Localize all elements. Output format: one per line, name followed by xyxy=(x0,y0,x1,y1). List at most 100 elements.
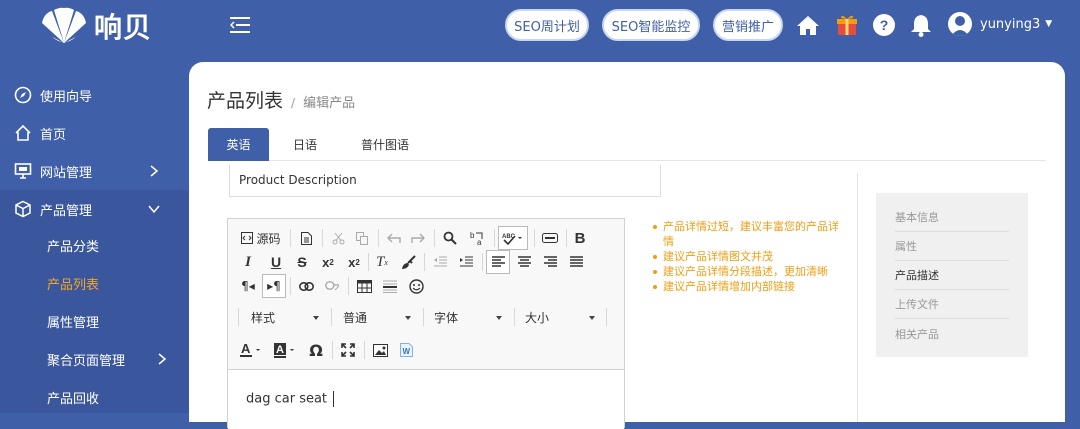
format-select-value: 普通 xyxy=(343,310,368,325)
replace-icon[interactable]: ba xyxy=(466,227,488,249)
subitem-attribute-management[interactable]: 属性管理 xyxy=(0,302,189,340)
bell-icon[interactable] xyxy=(908,12,934,38)
new-page-icon[interactable] xyxy=(296,227,316,249)
image-icon[interactable] xyxy=(370,339,390,361)
marketing-button[interactable]: 营销推广 xyxy=(713,9,783,41)
caret-down-icon xyxy=(589,316,595,320)
tab-japanese[interactable]: 日语 xyxy=(278,128,332,161)
sidebar-item-site-management[interactable]: 网站管理 xyxy=(0,152,189,190)
strikethrough-icon[interactable]: S xyxy=(292,251,312,273)
indent-icon[interactable] xyxy=(456,251,476,273)
sidebar-item-guide[interactable]: 使用向导 xyxy=(0,76,189,114)
toolbar-divider xyxy=(494,229,495,247)
special-char-icon[interactable]: Ω xyxy=(306,339,326,361)
toolbar-divider xyxy=(534,229,535,247)
source-button[interactable]: 源码 xyxy=(238,227,284,249)
toolbar-divider xyxy=(606,308,607,326)
align-justify-icon[interactable] xyxy=(566,251,586,273)
text-direction-rtl-icon[interactable]: ¶◂ xyxy=(238,275,258,297)
seo-monitor-button[interactable]: SEO智能监控 xyxy=(602,9,700,41)
table-icon[interactable] xyxy=(354,275,374,297)
subitem-product-category[interactable]: 产品分类 xyxy=(0,226,189,264)
iframe-icon[interactable] xyxy=(538,227,562,249)
page-title[interactable]: 产品列表 xyxy=(207,86,283,113)
svg-text:A: A xyxy=(241,342,251,356)
subitem-aggregate-page[interactable]: 聚合页面管理 xyxy=(0,340,189,378)
maximize-icon[interactable] xyxy=(338,339,358,361)
toolbar-divider xyxy=(322,229,323,247)
section-link-related-products[interactable]: 相关产品 xyxy=(895,319,1009,348)
language-tabs: 英语 日语 普什图语 xyxy=(208,128,1046,161)
editor-content-area[interactable]: dag car seat xyxy=(228,369,624,429)
undo-icon[interactable] xyxy=(384,227,404,249)
unlink-icon[interactable] xyxy=(322,275,342,297)
top-bar: 响贝 SEO周计划 SEO智能监控 营销推广 ? yunying3 ▼ xyxy=(0,0,1080,52)
sidebar-item-label: 使用向导 xyxy=(40,89,93,105)
section-link-attributes[interactable]: 属性 xyxy=(895,232,1009,261)
subitem-product-recycle[interactable]: 产品回收 xyxy=(0,378,189,416)
user-menu[interactable]: yunying3 ▼ xyxy=(948,12,1052,36)
section-link-basic-info[interactable]: 基本信息 xyxy=(895,203,1009,232)
italic-icon[interactable]: I xyxy=(238,251,258,273)
align-right-icon[interactable] xyxy=(540,251,560,273)
superscript-icon[interactable]: x2 xyxy=(344,251,364,273)
column-divider xyxy=(857,173,858,422)
section-link-upload-files[interactable]: 上传文件 xyxy=(895,290,1009,319)
subitem-product-list[interactable]: 产品列表 xyxy=(0,264,189,302)
caret-down-icon xyxy=(405,316,411,320)
outdent-icon[interactable] xyxy=(430,251,450,273)
toolbar-divider xyxy=(238,308,239,326)
tab-pashto[interactable]: 普什图语 xyxy=(348,128,422,161)
svg-text:A: A xyxy=(276,344,284,356)
home-icon[interactable] xyxy=(795,12,821,38)
bold-icon[interactable]: B xyxy=(570,227,590,249)
horizontal-rule-icon[interactable] xyxy=(380,275,400,297)
align-left-icon[interactable] xyxy=(486,250,510,274)
gift-icon[interactable] xyxy=(834,12,860,38)
word-paste-icon[interactable]: W xyxy=(396,339,416,361)
cut-icon[interactable] xyxy=(328,227,348,249)
align-center-icon[interactable] xyxy=(514,251,534,273)
link-icon[interactable] xyxy=(296,275,316,297)
section-link-product-description[interactable]: 产品描述 xyxy=(895,261,1009,290)
breadcrumb: 产品列表 / 编辑产品 xyxy=(207,86,355,113)
toolbar-divider xyxy=(368,253,369,271)
subitem-label: 聚合页面管理 xyxy=(47,353,126,369)
source-label: 源码 xyxy=(256,231,281,246)
compass-icon xyxy=(14,86,32,104)
toolbar-divider xyxy=(424,253,425,271)
username: yunying3 xyxy=(980,16,1041,32)
size-select[interactable]: 大小 xyxy=(516,306,602,328)
seo-weekly-plan-button[interactable]: SEO周计划 xyxy=(505,9,589,41)
copy-icon[interactable] xyxy=(352,227,372,249)
find-icon[interactable] xyxy=(440,227,460,249)
background-color-icon[interactable]: A xyxy=(272,339,300,361)
spellcheck-dropdown[interactable]: ABC xyxy=(498,226,528,250)
section-navigator: 基本信息 属性 产品描述 上传文件 相关产品 xyxy=(876,193,1028,357)
format-select[interactable]: 普通 xyxy=(334,306,418,328)
font-select[interactable]: 字体 xyxy=(425,306,509,328)
sidebar-item-product-management[interactable]: 产品管理 xyxy=(0,190,189,228)
monitor-icon xyxy=(14,162,32,180)
chevron-down-icon xyxy=(148,205,160,214)
style-select[interactable]: 样式 xyxy=(242,306,326,328)
sidebar-item-home[interactable]: 首页 xyxy=(0,114,189,152)
help-icon[interactable]: ? xyxy=(871,12,897,38)
remove-format-icon[interactable]: Tx xyxy=(372,251,392,273)
tab-english[interactable]: 英语 xyxy=(208,128,269,161)
tip-item: 建议产品详情图文并茂 xyxy=(651,249,841,264)
underline-icon[interactable]: U xyxy=(266,251,286,273)
brand-logo[interactable]: 响贝 xyxy=(38,6,152,46)
subscript-icon[interactable]: x2 xyxy=(318,251,338,273)
emoji-icon[interactable] xyxy=(406,275,426,297)
text-color-icon[interactable]: A xyxy=(238,339,266,361)
redo-icon[interactable] xyxy=(408,227,428,249)
sidebar: 使用向导 首页 网站管理 产品管理 产品分类 产品列表 属性管理 聚合页面管理 … xyxy=(0,52,189,413)
chevron-right-icon xyxy=(158,353,167,365)
tip-item: 产品详情过短，建议丰富您的产品详情 xyxy=(651,219,841,249)
text-direction-ltr-icon[interactable]: ▸¶ xyxy=(262,274,286,298)
toolbar-divider xyxy=(331,308,332,326)
format-painter-icon[interactable] xyxy=(398,251,418,273)
menu-toggle-icon[interactable] xyxy=(229,15,254,35)
shell-logo-icon xyxy=(42,7,86,43)
